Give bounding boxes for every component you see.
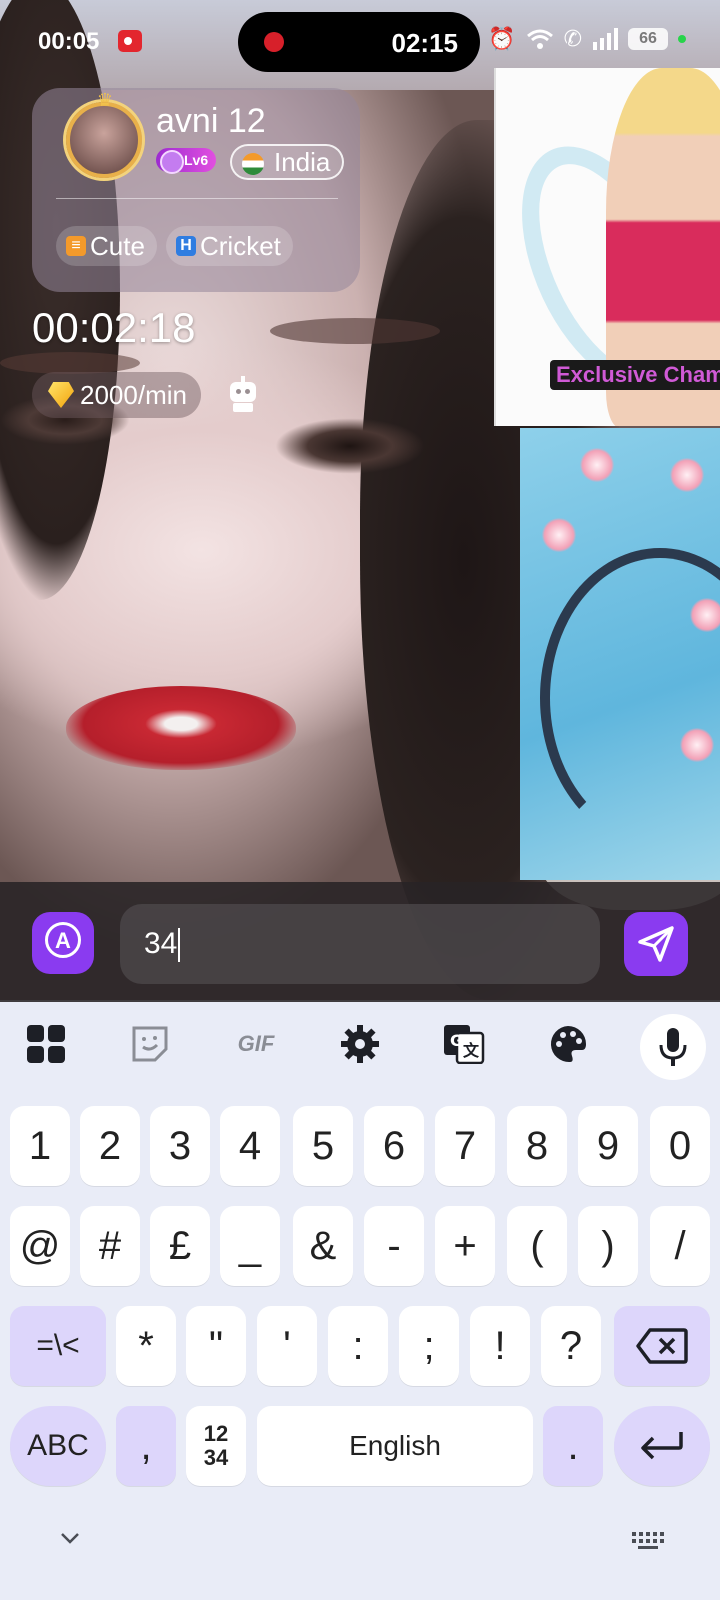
- palette-icon[interactable]: [544, 1020, 592, 1068]
- key-exclamation[interactable]: !: [470, 1306, 530, 1386]
- call-timer: 00:02:18: [32, 304, 196, 351]
- svg-text:文: 文: [463, 1041, 480, 1060]
- tag-chip-cute: ≡ Cute: [56, 226, 157, 266]
- robot-icon[interactable]: [224, 376, 262, 414]
- status-time: 00:05: [38, 28, 100, 55]
- status-bar: 00:05 02:15 ⏰ ✆ 66: [0, 0, 720, 84]
- key-5[interactable]: 5: [293, 1106, 353, 1186]
- key-6[interactable]: 6: [364, 1106, 424, 1186]
- key-underscore[interactable]: _: [220, 1206, 280, 1286]
- apps-icon[interactable]: [22, 1020, 70, 1068]
- gif-button[interactable]: GIF: [228, 1020, 284, 1068]
- country-label: India: [274, 147, 331, 177]
- poster-tag: Exclusive Cham: [550, 360, 720, 390]
- numpad-switch-key[interactable]: 12 34: [186, 1406, 246, 1486]
- key-9[interactable]: 9: [578, 1106, 638, 1186]
- keyboard-switch-icon[interactable]: [632, 1532, 666, 1550]
- key-7[interactable]: 7: [435, 1106, 495, 1186]
- tag-label: Cricket: [200, 231, 281, 261]
- keyboard: GIF G文 1 2 3 4 5 6 7 8 9 0 @ # £ _ & - +…: [0, 1002, 720, 1600]
- chevron-down-icon[interactable]: [58, 1526, 82, 1550]
- message-input[interactable]: 34: [120, 904, 600, 984]
- signal-icon: [593, 28, 618, 50]
- space-key[interactable]: English: [257, 1406, 533, 1486]
- key-pound[interactable]: £: [150, 1206, 210, 1286]
- key-2[interactable]: 2: [80, 1106, 140, 1186]
- key-0[interactable]: 0: [650, 1106, 710, 1186]
- mic-icon[interactable]: [640, 1014, 706, 1080]
- key-single-quote[interactable]: ': [257, 1306, 317, 1386]
- backspace-key[interactable]: [614, 1306, 710, 1386]
- key-1[interactable]: 1: [10, 1106, 70, 1186]
- divider: [56, 198, 338, 199]
- level-badge: Lv6: [156, 148, 217, 174]
- status-icons: ⏰ ✆ 66: [488, 26, 686, 52]
- key-double-quote[interactable]: ": [186, 1306, 246, 1386]
- alarm-icon: ⏰: [488, 26, 516, 51]
- key-4[interactable]: 4: [220, 1106, 280, 1186]
- text-caret: [178, 928, 181, 963]
- settings-icon[interactable]: [336, 1020, 384, 1068]
- battery-icon: 66: [628, 28, 668, 50]
- svg-text:G: G: [450, 1031, 463, 1050]
- rate-label: 2000/min: [80, 380, 187, 410]
- key-hash[interactable]: #: [80, 1206, 140, 1286]
- profile-card[interactable]: ♛ avni 12 Lv6 India ≡ Cute H Cricket: [32, 88, 360, 292]
- key-left-paren[interactable]: (: [507, 1206, 567, 1286]
- privacy-dot-icon: [678, 35, 686, 43]
- avatar[interactable]: [66, 102, 142, 178]
- recording-time: 02:15: [391, 28, 459, 58]
- keyboard-toolbar: GIF G文: [0, 1002, 720, 1090]
- user-name: avni 12: [156, 102, 266, 140]
- wifi-icon: [526, 29, 553, 49]
- country-badge: India: [230, 144, 345, 180]
- translate-icon[interactable]: G文: [440, 1020, 488, 1068]
- message-input-value: 34: [144, 927, 178, 960]
- key-3[interactable]: 3: [150, 1106, 210, 1186]
- message-composer: 34: [0, 882, 720, 1002]
- enter-icon: [641, 1432, 683, 1460]
- auto-translate-button[interactable]: [32, 912, 94, 974]
- key-colon[interactable]: :: [328, 1306, 388, 1386]
- record-dot-icon: [264, 32, 284, 52]
- dumbbell-icon: H: [176, 236, 196, 256]
- crown-icon: ♛: [96, 90, 114, 110]
- india-flag-icon: [242, 153, 264, 175]
- symbols-page-key[interactable]: =\<: [10, 1306, 106, 1386]
- tag-label: Cute: [90, 231, 145, 261]
- key-slash[interactable]: /: [650, 1206, 710, 1286]
- key-right-paren[interactable]: ): [578, 1206, 638, 1286]
- abc-key[interactable]: ABC: [10, 1406, 106, 1486]
- backspace-icon: [636, 1328, 688, 1364]
- call-icon: ✆: [563, 26, 582, 51]
- key-asterisk[interactable]: *: [116, 1306, 176, 1386]
- recording-pill[interactable]: 02:15: [238, 12, 480, 72]
- key-question[interactable]: ?: [541, 1306, 601, 1386]
- key-ampersand[interactable]: &: [293, 1206, 353, 1286]
- diamond-icon: [48, 382, 74, 408]
- background-mural: [520, 428, 720, 880]
- screen-record-icon: [118, 30, 142, 52]
- self-preview-poster[interactable]: Exclusive Cham: [494, 68, 720, 426]
- call-rate: 2000/min: [32, 372, 201, 418]
- key-plus[interactable]: +: [435, 1206, 495, 1286]
- key-semicolon[interactable]: ;: [399, 1306, 459, 1386]
- sticker-icon[interactable]: [126, 1020, 174, 1068]
- key-minus[interactable]: -: [364, 1206, 424, 1286]
- enter-key[interactable]: [614, 1406, 710, 1486]
- comma-key[interactable]: ,: [116, 1406, 176, 1486]
- period-key[interactable]: .: [543, 1406, 603, 1486]
- tag-chip-cricket: H Cricket: [166, 226, 293, 266]
- send-icon: [638, 926, 674, 962]
- tag-icon: ≡: [66, 236, 86, 256]
- key-8[interactable]: 8: [507, 1106, 567, 1186]
- key-at[interactable]: @: [10, 1206, 70, 1286]
- send-button[interactable]: [624, 912, 688, 976]
